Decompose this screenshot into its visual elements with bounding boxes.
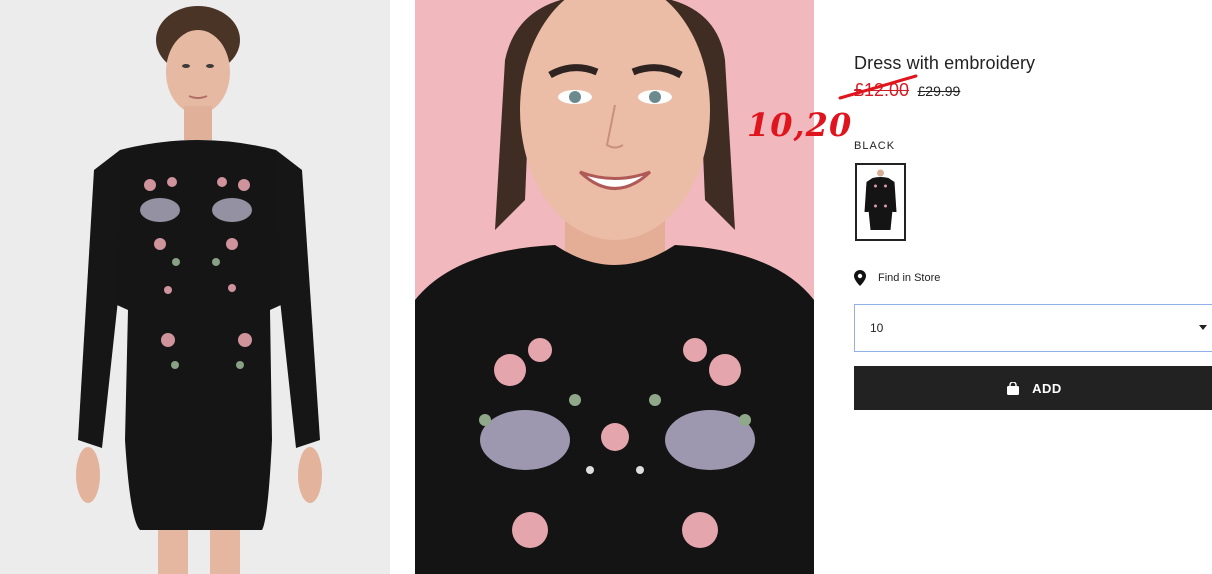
dress-thumbnail-icon [860, 168, 901, 236]
find-in-store-label: Find in Store [878, 272, 941, 284]
find-in-store-link[interactable]: Find in Store [854, 270, 940, 286]
price-row: £12.00 £29.99 [854, 80, 960, 100]
color-name: BLACK [854, 140, 896, 152]
chevron-down-icon [1199, 325, 1207, 330]
color-swatch-black[interactable] [855, 163, 906, 241]
product-image-full[interactable] [0, 0, 390, 574]
add-button-label: ADD [1032, 380, 1062, 396]
annotated-new-price: 10,20 [747, 106, 853, 144]
size-select-value: 10 [870, 321, 884, 335]
shopping-bag-icon [1007, 381, 1020, 395]
model-full-illustration [0, 0, 390, 574]
model-closeup-illustration [415, 0, 814, 574]
size-select[interactable]: 10 [854, 304, 1212, 352]
product-image-closeup[interactable] [415, 0, 814, 574]
product-info-panel: Dress with embroidery £12.00 £29.99 10,2… [747, 0, 1212, 574]
add-to-bag-button[interactable]: ADD [854, 366, 1212, 410]
product-title: Dress with embroidery [854, 53, 1036, 73]
sale-price: £12.00 [854, 80, 910, 100]
original-price: £29.99 [917, 83, 961, 99]
location-pin-icon [854, 270, 866, 286]
